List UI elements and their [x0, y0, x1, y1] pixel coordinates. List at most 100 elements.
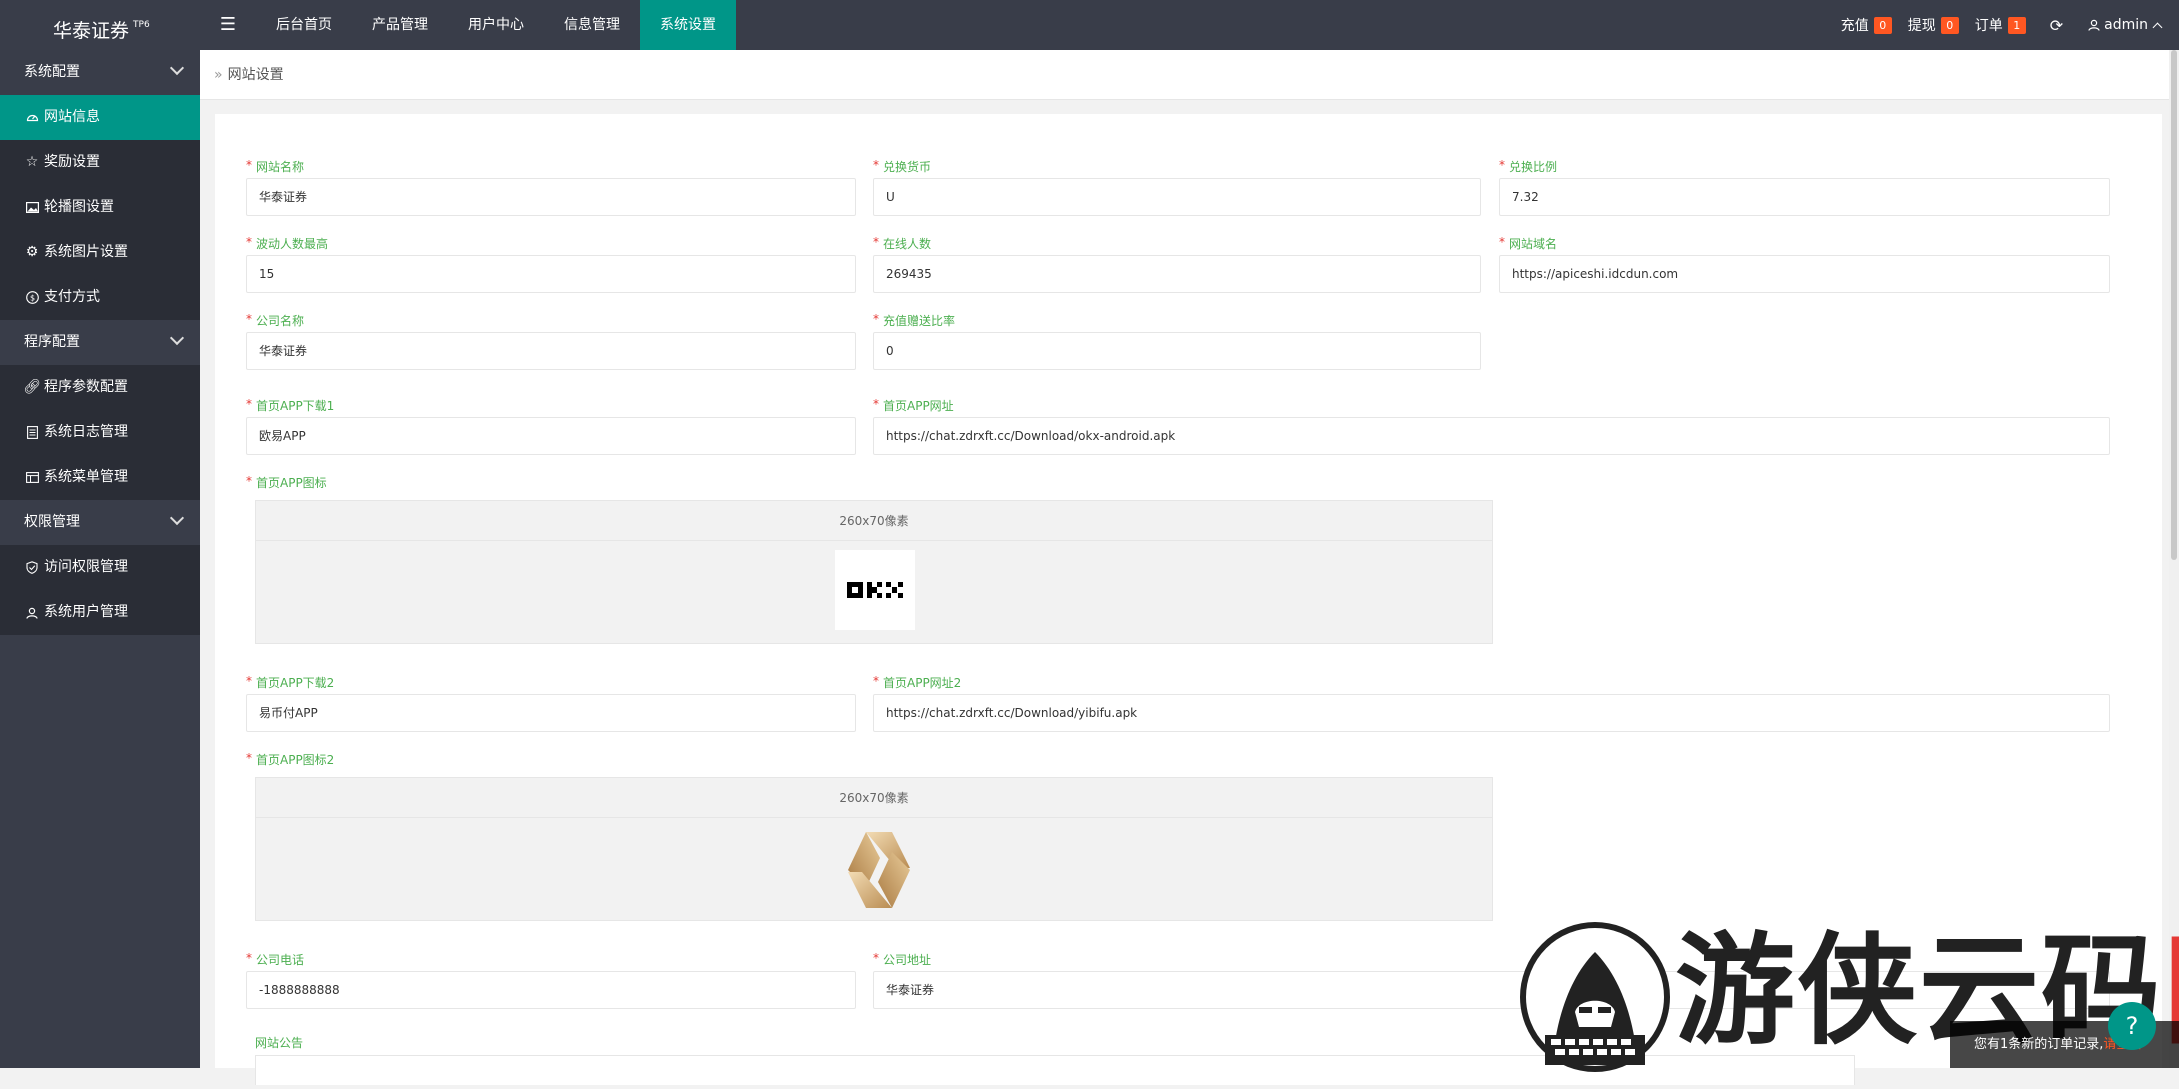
image-icon — [25, 201, 39, 215]
link-icon: 🔗︎ — [23, 379, 41, 395]
company-input[interactable]: 华泰证券 — [246, 332, 856, 370]
required-mark: * — [873, 397, 879, 411]
currency-input[interactable]: U — [873, 178, 1481, 216]
field-label: 网站名称 — [256, 160, 305, 174]
sidebar-item-params[interactable]: 🔗︎ 程序参数配置 — [0, 365, 200, 410]
withdraw-link[interactable]: 提现 0 — [1908, 15, 1959, 35]
menu-toggle-icon[interactable]: ☰ — [200, 0, 256, 50]
group-label: 程序配置 — [24, 334, 80, 350]
dollar-icon: $ — [25, 291, 39, 305]
app1-name-input[interactable]: 欧易APP — [246, 417, 856, 455]
page-scrollbar[interactable] — [2169, 50, 2179, 1068]
currency-field: * 兑换货币 U — [873, 158, 1481, 216]
recharge-link[interactable]: 充值 0 — [1841, 15, 1892, 35]
required-mark: * — [873, 674, 879, 688]
scrollbar-thumb[interactable] — [2171, 50, 2177, 560]
sidebar-item-system-images[interactable]: ⚙ 系统图片设置 — [0, 230, 200, 275]
yibifu-logo — [848, 832, 910, 908]
site-name-field: * 网站名称 华泰证券 — [246, 158, 856, 216]
sidebar-item-site-info[interactable]: 网站信息 — [0, 95, 200, 140]
nav-settings[interactable]: 系统设置 — [640, 0, 736, 50]
watermark-hacker-icon — [1515, 917, 1690, 1085]
toast-text: 您有1条新的订单记录, — [1974, 1037, 2104, 1052]
app2-name-field: * 首页APP下载2 易币付APP — [246, 674, 856, 732]
field-label: 波动人数最高 — [256, 237, 329, 251]
sidebar-item-rewards[interactable]: ☆ 奖励设置 — [0, 140, 200, 185]
online-input[interactable]: 269435 — [873, 255, 1481, 293]
sidebar-submenu: 🔗︎ 程序参数配置 系统日志管理 系统菜单管理 — [0, 365, 200, 500]
breadcrumb: » 网站设置 — [200, 50, 2179, 100]
brand-version: TP6 — [133, 20, 150, 30]
sidebar-item-label: 访问权限管理 — [44, 559, 128, 575]
okx-logo — [847, 582, 903, 598]
sidebar-item-menus[interactable]: 系统菜单管理 — [0, 455, 200, 500]
sidebar-group-program-config[interactable]: 程序配置 — [0, 320, 200, 365]
recharge-label: 充值 — [1840, 18, 1869, 34]
field-label: 公司名称 — [256, 314, 305, 328]
nav-products[interactable]: 产品管理 — [352, 0, 448, 50]
user-menu[interactable]: admin — [2088, 17, 2179, 33]
sidebar-item-label: 程序参数配置 — [44, 379, 128, 395]
sidebar-item-carousel[interactable]: 轮播图设置 — [0, 185, 200, 230]
required-mark: * — [1499, 235, 1505, 249]
svg-text:$: $ — [29, 294, 34, 303]
nav-users[interactable]: 用户中心 — [448, 0, 544, 50]
chevron-down-icon — [169, 330, 185, 346]
refresh-icon[interactable]: ⟳ — [2050, 16, 2063, 35]
sidebar-item-sys-users[interactable]: 系统用户管理 — [0, 590, 200, 635]
nav-home[interactable]: 后台首页 — [256, 0, 352, 50]
required-mark: * — [246, 312, 252, 326]
required-mark: * — [873, 235, 879, 249]
sidebar-item-logs[interactable]: 系统日志管理 — [0, 410, 200, 455]
breadcrumb-separator: » — [214, 67, 223, 83]
required-mark: * — [246, 474, 252, 488]
app2-name-input[interactable]: 易币付APP — [246, 694, 856, 732]
sidebar-item-payment[interactable]: $ 支付方式 — [0, 275, 200, 320]
sidebar-item-access[interactable]: 访问权限管理 — [0, 545, 200, 590]
required-mark: * — [873, 951, 879, 965]
help-icon[interactable]: ? — [2108, 1002, 2156, 1050]
required-mark: * — [246, 674, 252, 688]
app2-icon-upload[interactable]: 260x70像素 — [255, 777, 1493, 921]
order-link[interactable]: 订单 1 — [1975, 15, 2026, 35]
site-name-input[interactable]: 华泰证券 — [246, 178, 856, 216]
app2-url-input[interactable]: https://chat.zdrxft.cc/Download/yibifu.a… — [873, 694, 2110, 732]
field-label: 网站域名 — [1509, 237, 1558, 251]
sidebar-group-system-config[interactable]: 系统配置 — [0, 50, 200, 95]
required-mark: * — [246, 158, 252, 172]
sidebar-group-permissions[interactable]: 权限管理 — [0, 500, 200, 545]
field-label: 首页APP下载2 — [256, 676, 335, 690]
company-field: * 公司名称 华泰证券 — [246, 312, 856, 370]
app1-icon-upload[interactable]: 260x70像素 — [255, 500, 1493, 644]
app2-url-field: * 首页APP网址2 https://chat.zdrxft.cc/Downloa… — [873, 674, 2110, 732]
star-icon: ☆ — [25, 154, 39, 170]
bonus-rate-field: * 充值赠送比率 0 — [873, 312, 1481, 370]
app1-url-input[interactable]: https://chat.zdrxft.cc/Download/okx-andr… — [873, 417, 2110, 455]
shield-icon — [25, 561, 39, 575]
bonus-rate-input[interactable]: 0 — [873, 332, 1481, 370]
yibifu-logo-image — [844, 828, 914, 912]
nav-info[interactable]: 信息管理 — [544, 0, 640, 50]
phone-input[interactable]: -1888888888 — [246, 971, 856, 1009]
sidebar-submenu: 访问权限管理 系统用户管理 — [0, 545, 200, 635]
sidebar-item-label: 系统菜单管理 — [44, 469, 128, 485]
user-icon — [25, 606, 39, 620]
sidebar: 系统配置 网站信息 ☆ 奖励设置 轮播图设置 ⚙ 系统图片设置 $ 支付方式 程… — [0, 50, 200, 1068]
app1-name-field: * 首页APP下载1 欧易APP — [246, 397, 856, 455]
ratio-input[interactable]: 7.32 — [1499, 178, 2110, 216]
domain-input[interactable]: https://apiceshi.idcdun.com — [1499, 255, 2110, 293]
app2-icon-label: * 首页APP图标2 — [246, 751, 856, 768]
field-label: 首页APP图标 — [256, 476, 327, 490]
fluct-max-input[interactable]: 15 — [246, 255, 856, 293]
gear-icon: ⚙ — [25, 244, 39, 260]
required-mark: * — [246, 397, 252, 411]
required-mark: * — [246, 951, 252, 965]
top-bar: 华泰证券 TP6 ☰ 后台首页 产品管理 用户中心 信息管理 系统设置 充值 0 … — [0, 0, 2179, 50]
breadcrumb-label[interactable]: 网站设置 — [228, 67, 284, 83]
okx-logo-image — [835, 550, 915, 630]
order-badge: 1 — [2007, 16, 2026, 34]
brand-logo[interactable]: 华泰证券 TP6 — [0, 0, 200, 50]
field-label: 首页APP网址2 — [883, 676, 962, 690]
order-label: 订单 — [1974, 18, 2003, 34]
chevron-down-icon — [169, 510, 185, 526]
